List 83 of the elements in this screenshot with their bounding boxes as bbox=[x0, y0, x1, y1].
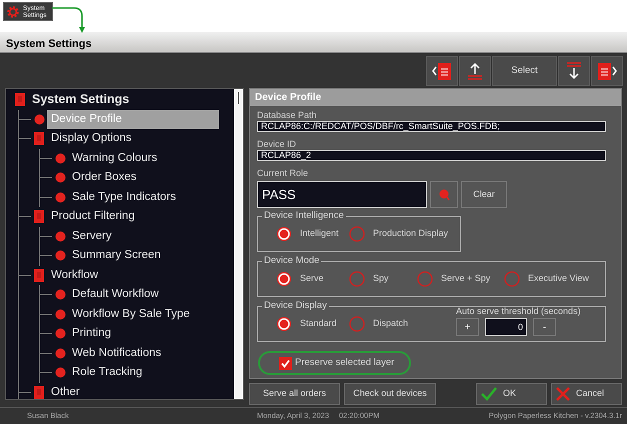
bullet-icon bbox=[54, 192, 66, 203]
tree-item[interactable]: Role Tracking bbox=[68, 363, 146, 382]
checkbox[interactable] bbox=[279, 356, 292, 370]
bullet-icon bbox=[34, 114, 44, 125]
document-icon bbox=[34, 268, 44, 282]
field-label: Device ID bbox=[257, 138, 298, 150]
clear-button[interactable]: Clear bbox=[461, 181, 507, 208]
radio-label: Executive View bbox=[528, 272, 589, 286]
tree-item[interactable]: Order Boxes bbox=[68, 168, 141, 188]
tree-item[interactable]: System Settings bbox=[28, 90, 134, 110]
radio-label: Intelligent bbox=[300, 227, 339, 240]
radio-button[interactable] bbox=[349, 316, 365, 332]
ok-button[interactable]: OK bbox=[476, 383, 547, 405]
radio-button[interactable] bbox=[349, 271, 365, 287]
bullet-icon bbox=[54, 328, 66, 340]
radio-button[interactable] bbox=[276, 271, 292, 287]
tree-item[interactable]: Summary Screen bbox=[68, 246, 165, 266]
toolbar-button[interactable] bbox=[459, 56, 491, 86]
plus-button[interactable]: + bbox=[456, 318, 479, 336]
action-button[interactable]: Serve all orders bbox=[249, 383, 340, 405]
document-icon bbox=[34, 132, 44, 146]
radio-button[interactable] bbox=[276, 226, 292, 242]
select-button[interactable]: Select bbox=[492, 56, 557, 86]
field-label: Database Path bbox=[257, 109, 318, 121]
check-icon bbox=[481, 387, 497, 401]
radio-label: Standard bbox=[300, 317, 337, 330]
bullet-icon bbox=[54, 230, 66, 242]
bullet-icon bbox=[54, 348, 66, 359]
tree-item[interactable]: Display Options bbox=[47, 129, 136, 148]
text-field[interactable]: RCLAP86:C:/REDCAT/POS/DBF/rc_SmartSuite_POS.FDB; bbox=[257, 121, 606, 132]
radio-button[interactable] bbox=[504, 271, 520, 287]
close-icon bbox=[556, 387, 570, 401]
toolbar-button[interactable] bbox=[426, 56, 458, 86]
tree-item[interactable]: Warning Colours bbox=[68, 148, 162, 168]
bullet-icon bbox=[54, 250, 66, 262]
previous-page-icon bbox=[431, 61, 453, 81]
window-title: System Settings bbox=[0, 32, 627, 52]
document-icon bbox=[34, 210, 44, 224]
search-icon bbox=[438, 188, 450, 200]
tree-item[interactable]: Product Filtering bbox=[47, 207, 139, 226]
panel-title: Device Profile bbox=[250, 89, 621, 106]
tree-item[interactable]: Workflow By Sale Type bbox=[68, 304, 194, 324]
scrollbar[interactable] bbox=[234, 89, 243, 399]
radio-label: Serve bbox=[300, 272, 324, 286]
bullet-icon bbox=[54, 172, 66, 184]
next-page-icon bbox=[596, 61, 618, 81]
tree-item[interactable]: Workflow bbox=[47, 266, 102, 285]
tree-item[interactable]: Default Workflow bbox=[68, 285, 163, 304]
toolbar-button[interactable] bbox=[558, 56, 590, 86]
gear-icon bbox=[6, 4, 20, 18]
toolbar-button[interactable] bbox=[591, 56, 623, 86]
field-label: Current Role bbox=[257, 167, 310, 179]
bullet-icon bbox=[54, 152, 66, 164]
document-icon bbox=[15, 93, 25, 106]
document-icon bbox=[34, 386, 44, 399]
radio-label: Spy bbox=[373, 272, 389, 286]
bullet-icon bbox=[54, 289, 66, 300]
threshold-label: Auto serve threshold (seconds) bbox=[456, 306, 581, 317]
move-up-icon bbox=[467, 62, 483, 80]
cancel-button[interactable]: Cancel bbox=[551, 383, 622, 405]
tree-item[interactable]: Printing bbox=[68, 324, 115, 344]
bullet-icon bbox=[54, 308, 66, 320]
radio-label: Dispatch bbox=[373, 317, 408, 330]
group-label: Device Intelligence bbox=[262, 210, 346, 222]
text-field[interactable]: RCLAP86_2 bbox=[257, 150, 606, 161]
group-label: Device Display bbox=[262, 300, 329, 312]
radio-label: Production Display bbox=[373, 227, 448, 240]
checkbox-label: Preserve selected layer bbox=[295, 356, 394, 370]
tree-item[interactable]: Web Notifications bbox=[68, 344, 166, 363]
move-down-icon bbox=[566, 62, 582, 80]
role-field[interactable]: PASS bbox=[257, 181, 427, 208]
minus-button[interactable]: - bbox=[533, 318, 556, 336]
radio-button[interactable] bbox=[417, 271, 433, 287]
action-button[interactable]: Check out devices bbox=[344, 383, 436, 405]
tree-item[interactable]: Sale Type Indicators bbox=[68, 188, 180, 207]
tree-item[interactable]: Other bbox=[47, 382, 84, 399]
annotation-arrow bbox=[52, 6, 86, 34]
radio-label: Serve + Spy bbox=[441, 272, 490, 286]
radio-button[interactable] bbox=[349, 226, 365, 242]
tree-item[interactable]: Servery bbox=[68, 226, 116, 246]
bullet-icon bbox=[54, 367, 66, 378]
threshold-field[interactable]: 0 bbox=[485, 318, 527, 336]
radio-button[interactable] bbox=[276, 316, 292, 332]
